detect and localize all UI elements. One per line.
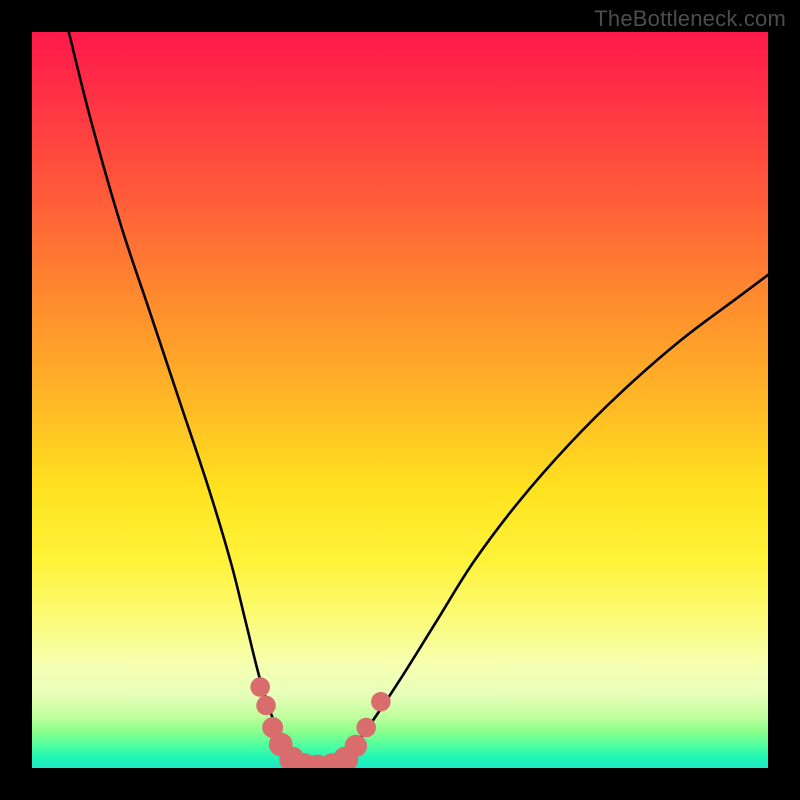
watermark-text: TheBottleneck.com	[594, 6, 786, 32]
data-marker	[345, 735, 367, 757]
data-marker	[356, 718, 376, 738]
data-marker	[256, 696, 276, 716]
chart-svg	[32, 32, 768, 768]
plot-area	[32, 32, 768, 768]
data-marker	[250, 677, 270, 697]
chart-frame: TheBottleneck.com	[0, 0, 800, 800]
bottleneck-curve	[69, 32, 768, 768]
marker-layer	[250, 677, 390, 768]
curve-layer	[69, 32, 768, 768]
data-marker	[371, 692, 391, 712]
